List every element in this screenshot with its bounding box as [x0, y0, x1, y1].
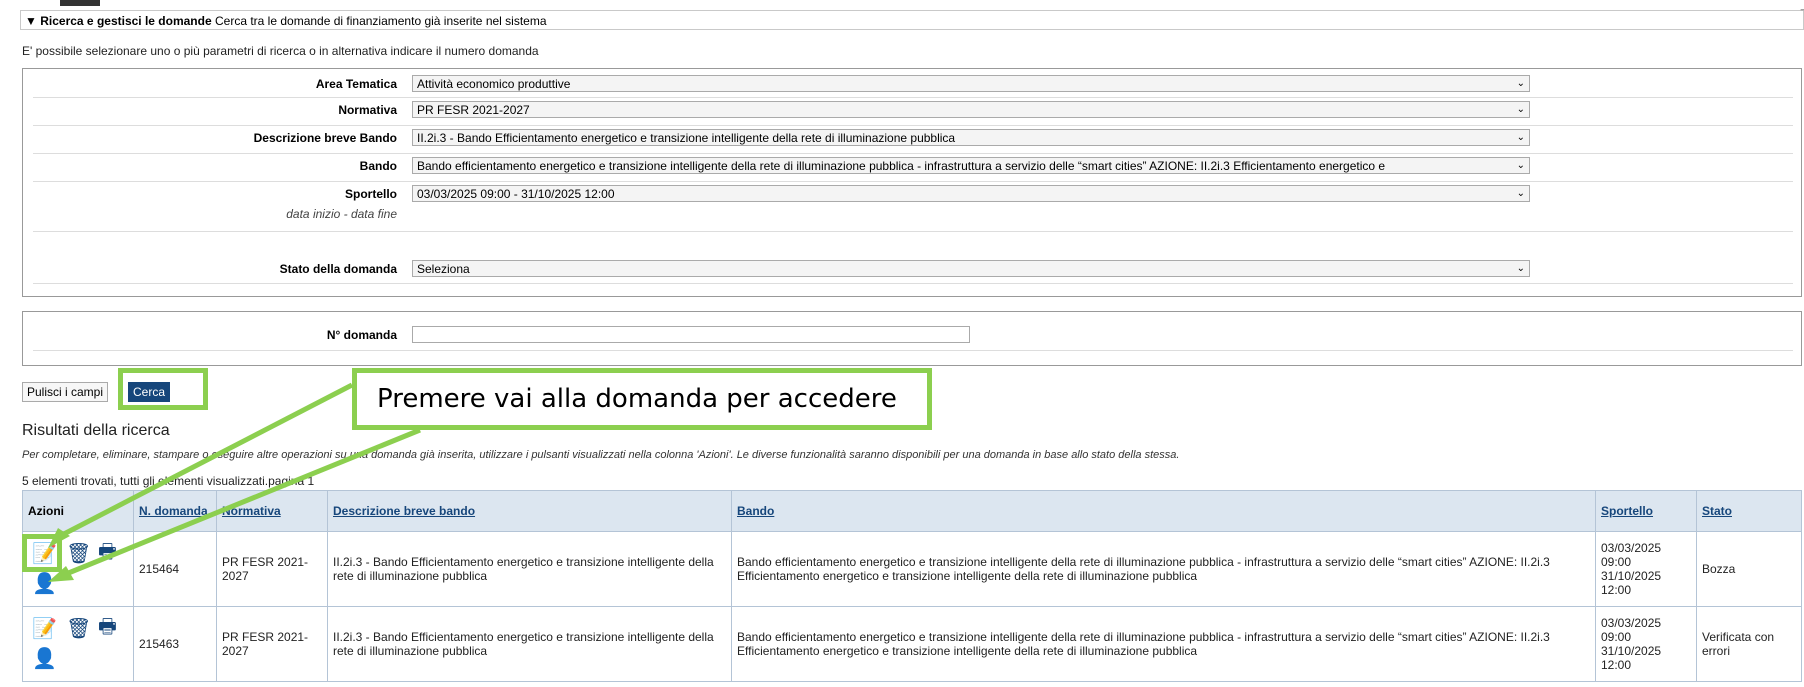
arrow-to-user-head: [48, 566, 74, 582]
callout-box: Premere vai alla domanda per accedere: [352, 368, 932, 430]
callout-arrows: [48, 382, 421, 582]
arrow-to-user-line: [65, 427, 421, 577]
arrow-to-edit-line: [58, 382, 354, 539]
